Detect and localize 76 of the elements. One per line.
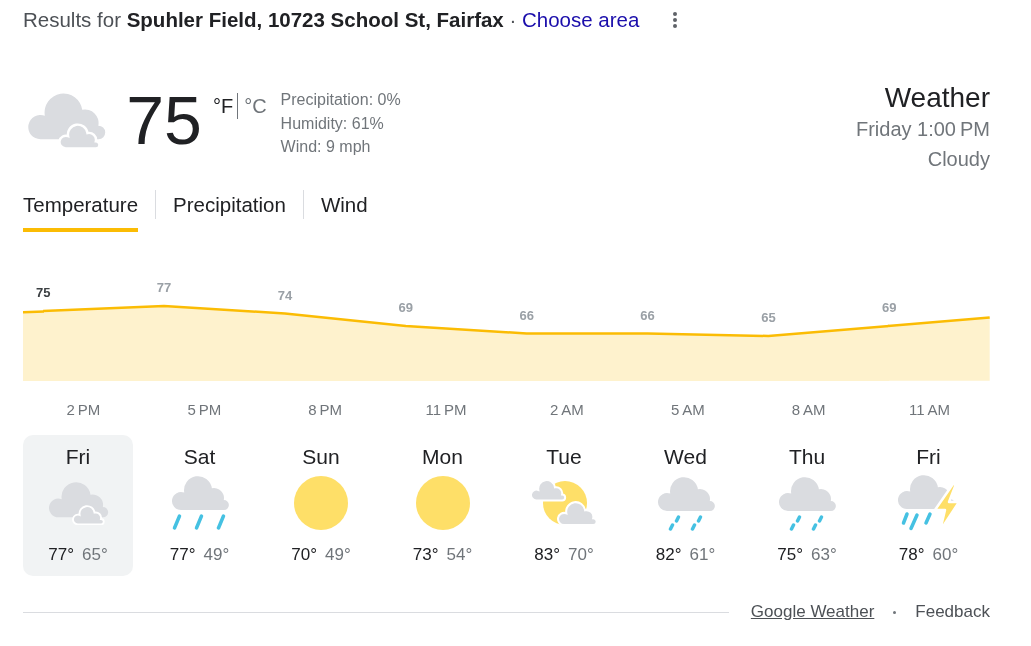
day-name: Sat [183,445,216,469]
clouds-icon [27,92,107,150]
day-name: Tue [546,445,582,469]
unit-button[interactable]: °F [212,94,234,118]
high-temperature: 83° [534,544,560,566]
low-temperature: 60° [932,544,959,566]
weather-detail: Humidity: 61% [280,113,385,134]
high-temperature: 73° [412,544,439,566]
data-label: 75 [35,285,51,300]
data-label: 69 [882,300,897,315]
day-name: Sun [302,445,340,469]
x-axis-label: 2 PM [66,400,101,418]
day-name: Fri [65,445,91,469]
current-condition: Cloudy [926,147,990,172]
x-axis-label: 8 AM [791,400,826,418]
x-axis-label: 5 AM [670,400,705,418]
more-menu-icon[interactable] [673,12,678,28]
x-axis-label: 8 PM [308,400,343,418]
low-temperature: 70° [568,544,594,566]
data-label: 69 [398,300,413,315]
day-card[interactable]: Fri 77° 65° [23,435,133,576]
rain-cloud-icon [170,475,229,531]
weather-detail: Precipitation: 0% [280,90,401,110]
data-label: 74 [277,287,293,303]
day-card[interactable]: Thu 75° 63° [752,435,862,576]
sun-icon [415,476,470,530]
data-label: 66 [519,307,534,323]
low-temperature: 49° [325,544,351,566]
high-temperature: 70° [291,544,317,566]
current-temperature: 75 [126,86,202,154]
x-axis-label: 11 PM [425,400,467,418]
day-card[interactable]: Mon 73° 54° [387,435,498,576]
day-card[interactable]: Wed 82° 61° [630,435,741,576]
day-card[interactable]: Fri 78° 60° [873,435,984,576]
low-temperature: 49° [203,544,230,566]
sun-clouds-icon [531,480,597,526]
day-name: Wed [664,445,707,469]
sun-icon [294,476,348,530]
x-axis-label: 11 AM [909,400,951,418]
high-temperature: 78° [898,544,925,566]
day-card[interactable]: Sun 70° 49° [266,435,376,576]
data-label: 66 [640,307,655,323]
day-card[interactable]: Sat 77° 49° [144,435,255,576]
drizzle-cloud-icon [778,475,836,531]
day-name: Fri [916,445,941,469]
x-axis-label: 2 AM [550,400,584,418]
high-temperature: 75° [777,544,803,566]
chart-tab[interactable]: Precipitation [173,188,286,232]
high-temperature: 77° [48,544,74,566]
drizzle-cloud-icon [656,475,715,531]
current-time: Friday 1:00 PM [855,117,990,142]
high-temperature: 82° [655,544,682,566]
low-temperature: 54° [446,544,473,566]
footer-link[interactable]: Feedback [915,602,990,622]
chart-tab[interactable]: Wind [320,188,368,232]
dot-icon [893,610,897,614]
low-temperature: 61° [689,544,716,566]
results-heading: Results for Spuhler Field, 10723 School St, Fairfax · Choose area [23,8,640,32]
x-axis-label: 5 PM [187,400,222,418]
weather-detail: Wind: 9 mph [280,137,372,157]
data-label: 65 [761,310,776,325]
day-name: Thu [788,445,826,469]
storm-cloud-icon [897,474,960,532]
day-card[interactable]: Tue 83° 70° [509,435,619,576]
high-temperature: 77° [169,544,196,566]
weather-title: Weather [883,82,990,114]
picture-trend-end [23,309,45,381]
low-temperature: 65° [82,544,108,566]
day-name: Mon [422,445,463,469]
choose-area-link[interactable]: Choose area [522,8,640,31]
data-label: 77 [156,280,172,295]
footer-link[interactable]: Google Weather [750,602,875,622]
unit-button[interactable]: °C [244,94,267,118]
low-temperature: 63° [811,544,837,566]
chart-tab[interactable]: Temperature [23,188,139,232]
clouds-icon [47,481,109,525]
